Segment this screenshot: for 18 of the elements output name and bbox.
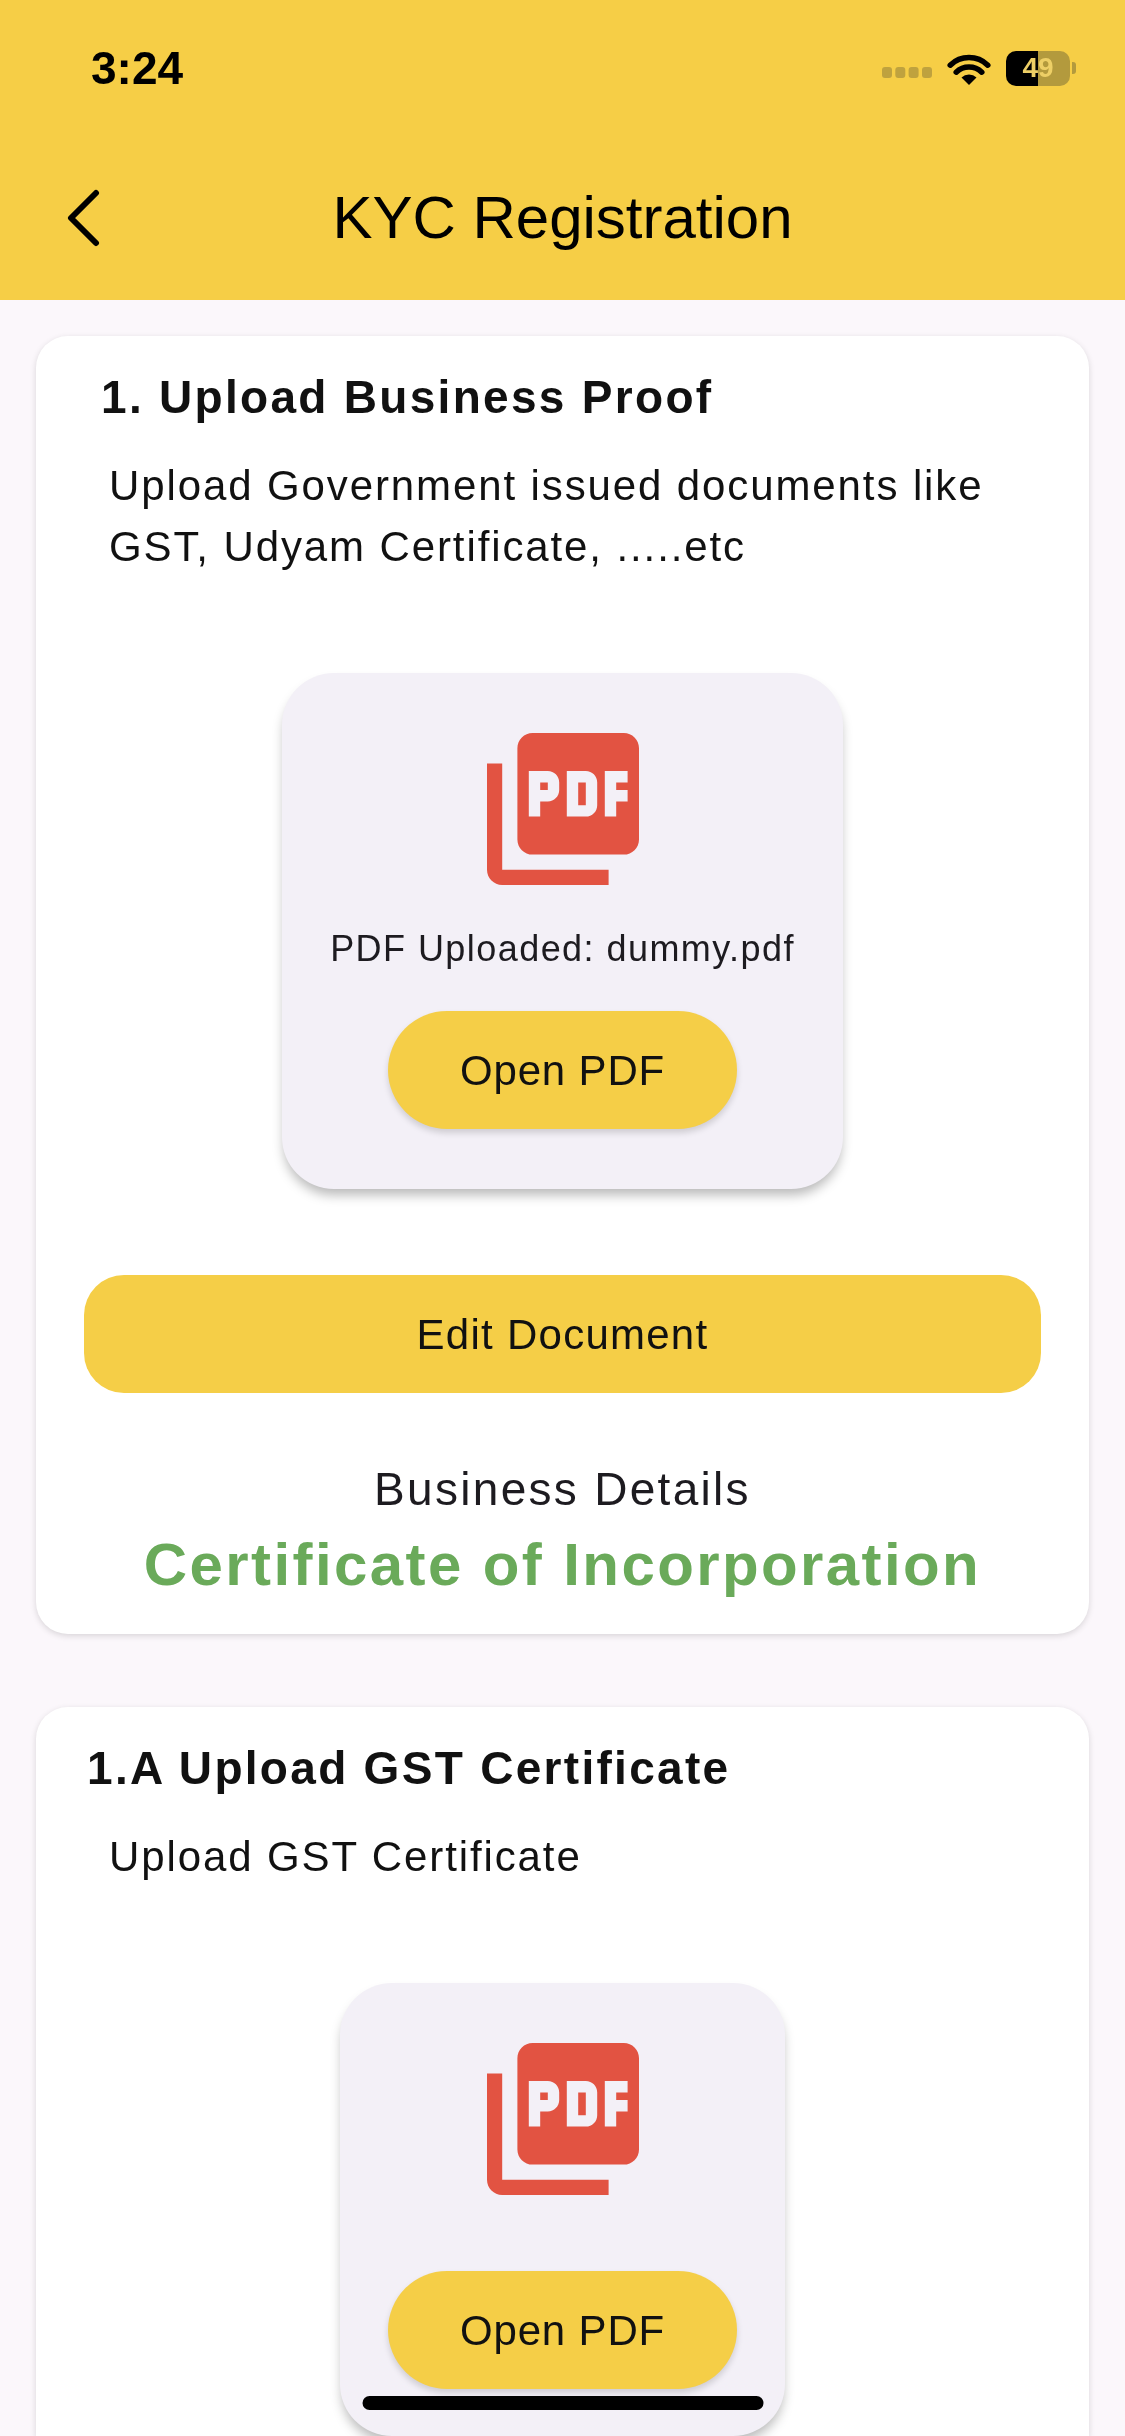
battery-indicator: 49	[1006, 50, 1076, 86]
chevron-left-icon	[66, 189, 100, 247]
details-value: Certificate of Incorporation	[142, 1532, 983, 1598]
upload-status-text: PDF Uploaded: dummy.pdf	[330, 927, 795, 971]
section-title: 1. Upload Business Proof	[100, 370, 715, 425]
section-description: Upload Government issued documents like GST, Udyam Certificate, .....etc	[108, 461, 985, 572]
back-button[interactable]	[66, 189, 100, 247]
section-description: Upload GST Certificate	[108, 1832, 583, 1882]
open-pdf-button[interactable]: Open PDF	[388, 2271, 737, 2389]
section-title: 1.A Upload GST Certificate	[86, 1741, 732, 1796]
signal-dots-icon	[882, 67, 932, 78]
status-time: 3:24	[91, 42, 184, 94]
edit-document-button[interactable]: Edit Document	[84, 1275, 1041, 1393]
page-title: KYC Registration	[332, 183, 793, 253]
details-label: Business Details	[373, 1463, 752, 1515]
open-pdf-button[interactable]: Open PDF	[388, 1011, 737, 1129]
pdf-document-icon	[486, 2043, 639, 2195]
pdf-document-icon	[486, 733, 639, 885]
